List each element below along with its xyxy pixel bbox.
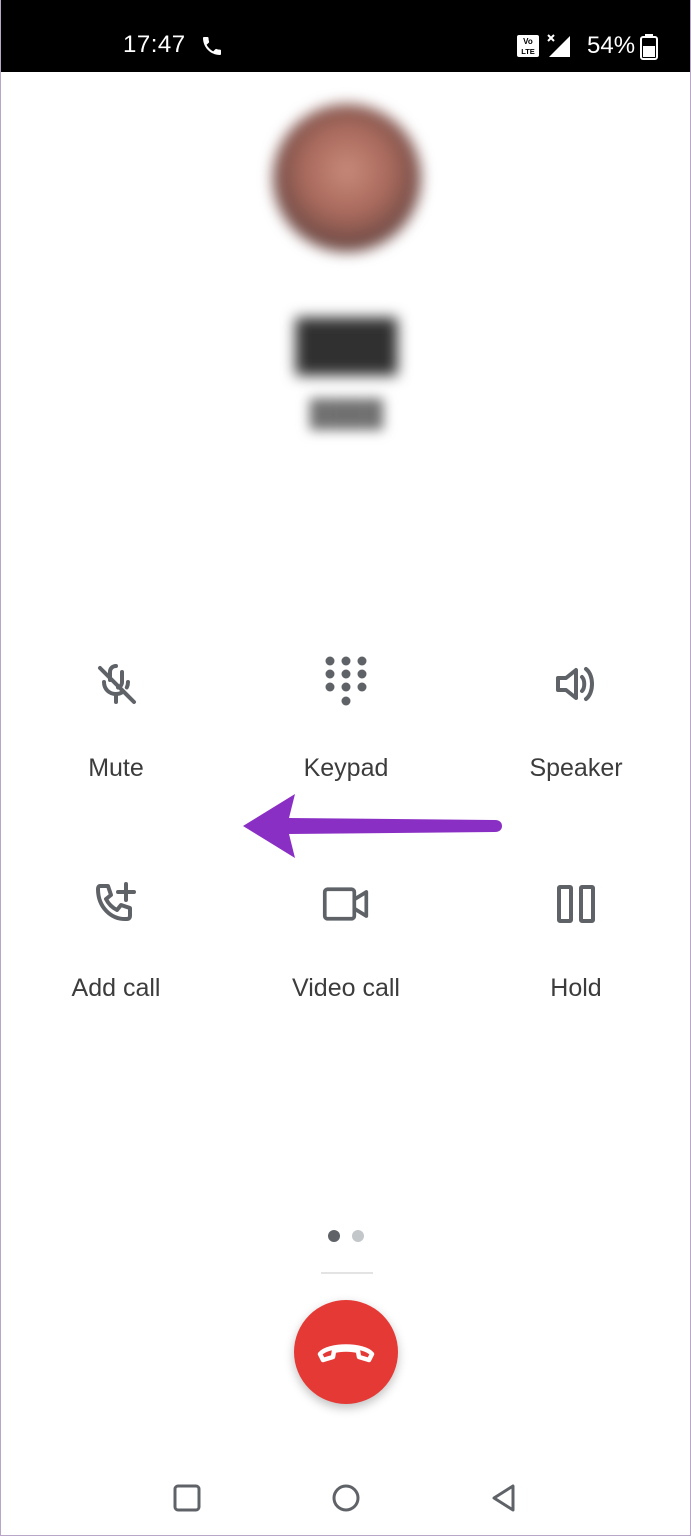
page-dot	[352, 1230, 364, 1242]
call-end-icon	[317, 1344, 375, 1363]
add-call-icon	[92, 868, 140, 940]
page-indicator	[323, 1228, 369, 1244]
sheet-divider	[321, 1272, 373, 1274]
hold-label: Hold	[550, 974, 602, 1002]
keypad-label: Keypad	[303, 754, 389, 782]
speaker-button[interactable]: Speaker	[476, 648, 676, 808]
svg-text:Vo: Vo	[523, 37, 533, 46]
in-call-screen: 17:47 Vo LTE 54% ███ ████ Mute Keypad Sp…	[0, 0, 691, 1536]
add-call-button[interactable]: Add call	[16, 868, 216, 1028]
status-time: 17:47	[123, 31, 186, 58]
page-dot-active	[328, 1230, 340, 1242]
back-icon[interactable]	[489, 1482, 521, 1514]
contact-avatar	[273, 104, 421, 252]
dialpad-icon	[322, 648, 370, 720]
call-duration: ████	[309, 398, 384, 428]
svg-text:LTE: LTE	[521, 47, 535, 56]
end-call-button[interactable]	[294, 1300, 398, 1404]
battery-level: 54%	[587, 32, 636, 59]
speaker-label: Speaker	[529, 754, 623, 782]
mute-label: Mute	[88, 754, 144, 782]
video-call-label: Video call	[292, 974, 400, 1002]
home-icon[interactable]	[330, 1482, 362, 1514]
mute-button[interactable]: Mute	[16, 648, 216, 808]
video-call-icon	[322, 868, 370, 940]
add-call-label: Add call	[71, 974, 161, 1002]
volte-icon: Vo LTE	[517, 35, 539, 57]
status-bar: 17:47 Vo LTE 54%	[1, 0, 690, 72]
pause-icon	[552, 868, 600, 940]
navigation-bar	[1, 1460, 690, 1535]
contact-name: ███	[295, 319, 398, 372]
mic-off-icon	[92, 648, 140, 720]
recents-icon[interactable]	[171, 1482, 203, 1514]
video-call-button[interactable]: Video call	[246, 868, 446, 1028]
keypad-button[interactable]: Keypad	[246, 648, 446, 808]
speaker-icon	[552, 648, 600, 720]
arrow-left-icon	[243, 794, 502, 858]
signal-icon	[547, 34, 570, 57]
hold-button[interactable]: Hold	[476, 868, 676, 1028]
call-icon	[203, 37, 221, 55]
battery-icon	[640, 34, 658, 60]
